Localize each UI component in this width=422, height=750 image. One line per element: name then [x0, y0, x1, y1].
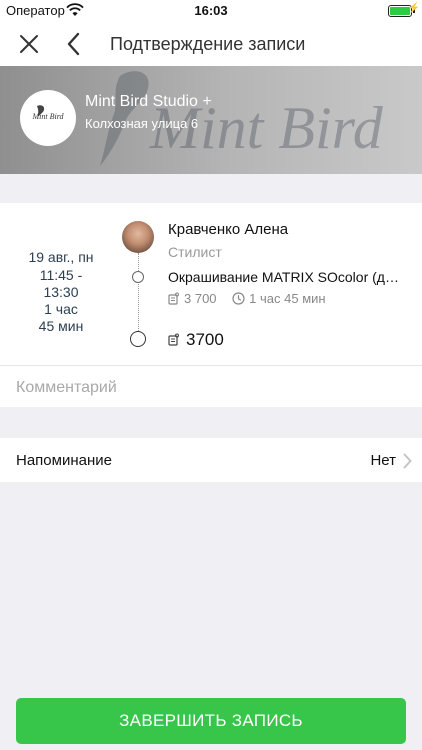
back-icon[interactable]	[62, 30, 86, 58]
page-title: Подтверждение записи	[110, 34, 306, 54]
appointment-duration-minutes: 45 мин	[38, 318, 84, 334]
reminder-label: Напоминание	[16, 452, 112, 469]
master-avatar	[122, 221, 154, 253]
studio-logo: Mint Bird	[20, 90, 76, 146]
reminder-value: Нет	[370, 452, 396, 469]
reminder-row[interactable]: Напоминание Нет	[0, 438, 422, 482]
clock-icon	[232, 292, 245, 305]
appointment-date: 19 авг., пн	[28, 249, 94, 265]
chevron-right-icon	[403, 453, 412, 469]
appointment-card: 19 авг., пн 11:45 - 13:30 1 час 45 мин К…	[0, 203, 422, 365]
status-bar: Оператор 16:03 ⚡	[0, 0, 422, 22]
appointment-time-end: 13:30	[43, 284, 79, 300]
service-meta: 3 700 1 час 45 мин	[168, 291, 326, 306]
service-name: Окрашивание MATRIX SOcolor (д…	[168, 269, 399, 285]
finish-booking-button[interactable]: ЗАВЕРШИТЬ ЗАПИСЬ	[16, 698, 406, 744]
total-price: 3700	[186, 330, 224, 349]
comment-field[interactable]: Комментарий	[0, 365, 422, 407]
close-icon[interactable]	[16, 31, 42, 57]
nav-bar: Подтверждение записи	[0, 22, 422, 66]
status-time: 16:03	[194, 3, 228, 18]
timeline-line	[138, 253, 139, 335]
comment-placeholder: Комментарий	[16, 379, 117, 396]
price-tag-icon	[168, 292, 179, 305]
charging-icon: ⚡	[407, 3, 420, 14]
studio-address: Колхозная улица 6	[85, 116, 199, 131]
studio-banner: Mint Bird Mint Bird Mint Bird Studio + К…	[0, 66, 422, 174]
timeline-dot-total	[130, 331, 146, 347]
service-duration: 1 час 45 мин	[249, 291, 326, 306]
total-tag-icon	[168, 333, 179, 346]
master-name: Кравченко Алена	[168, 221, 289, 238]
appointment-time-start: 11:45 -	[39, 267, 83, 283]
studio-name: Mint Bird Studio +	[85, 93, 212, 110]
timeline-dot-service	[132, 271, 144, 283]
service-price: 3 700	[184, 291, 217, 306]
appointment-duration-hours: 1 час	[44, 301, 78, 317]
master-role: Стилист	[168, 244, 222, 260]
logo-text: Mint Bird	[32, 112, 64, 121]
service-duration-group: 1 час 45 мин	[232, 291, 326, 306]
total-price-row: 3700	[168, 330, 224, 350]
